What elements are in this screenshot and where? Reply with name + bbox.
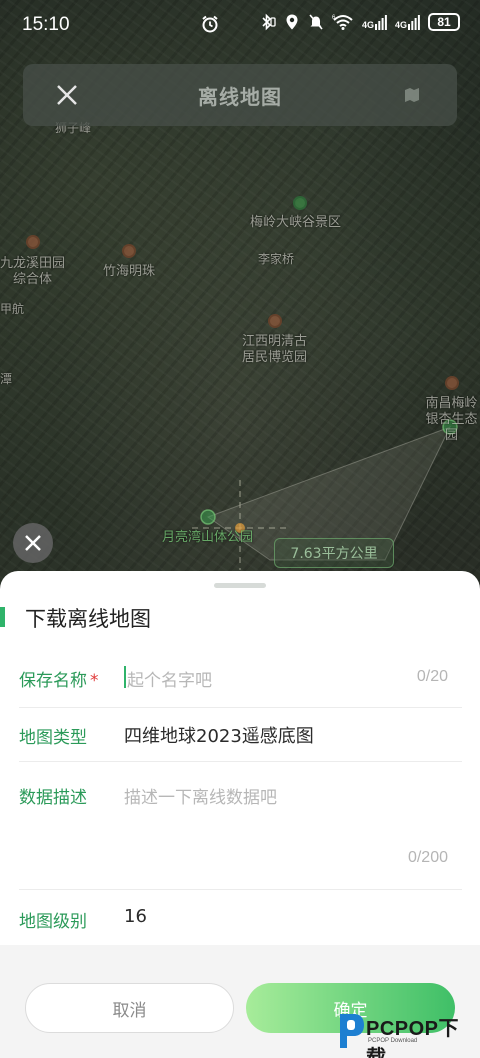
- signal-2-icon: 4G: [395, 14, 420, 30]
- description-row: 数据描述 描述一下离线数据吧 0/200: [19, 762, 462, 890]
- drag-handle[interactable]: [214, 583, 266, 588]
- map-label: 梅岭大峡谷景区: [250, 215, 342, 230]
- description-input[interactable]: 描述一下离线数据吧: [124, 783, 277, 808]
- status-bar: 15:10 6 4G 4G 81: [0, 0, 480, 50]
- layer-toggle-icon[interactable]: [403, 86, 421, 104]
- watermark-subtext: PCPOP Download: [368, 1038, 418, 1044]
- page-title: 离线地图: [198, 84, 282, 109]
- map-label: 九龙溪田园 综合体: [0, 256, 66, 287]
- wifi-icon: 6: [332, 15, 353, 30]
- area-badge: 7.63平方公里: [274, 538, 394, 568]
- close-icon[interactable]: [53, 81, 81, 109]
- map-label: 潭: [0, 372, 13, 386]
- battery-icon: 81: [428, 13, 460, 31]
- description-label: 数据描述: [19, 788, 87, 808]
- map-level-label: 地图级别: [19, 912, 87, 932]
- close-icon: [25, 535, 41, 551]
- text-caret: [124, 666, 126, 688]
- save-name-row: 保存名称 * 起个名字吧 0/20: [19, 649, 462, 708]
- watermark-logo: PCPOP下载 PCPOP Download: [336, 1006, 476, 1058]
- map-label: 月亮湾山体公园: [162, 530, 254, 545]
- description-counter: 0/200: [407, 849, 448, 866]
- required-mark: *: [90, 671, 99, 691]
- poi-marker[interactable]: [122, 244, 136, 258]
- status-time: 15:10: [22, 14, 70, 35]
- map-level-value[interactable]: 16: [124, 906, 147, 927]
- clear-selection-button[interactable]: [13, 523, 53, 563]
- map-type-value[interactable]: 四维地球2023遥感底图: [124, 722, 314, 748]
- save-name-counter: 0/20: [416, 668, 448, 685]
- poi-marker[interactable]: [445, 376, 459, 390]
- poi-marker[interactable]: [26, 235, 40, 249]
- map-label: 江西明清古 居民博览园: [242, 334, 308, 365]
- map-label: 南昌梅岭 银杏生态园: [425, 396, 478, 443]
- sheet-title: 下载离线地图: [25, 607, 151, 631]
- map-label: 竹海明珠: [103, 264, 156, 279]
- map-label: 甲航: [0, 302, 25, 316]
- map-type-row: 地图类型 四维地球2023遥感底图: [19, 708, 462, 762]
- save-name-input[interactable]: 起个名字吧: [127, 666, 212, 691]
- alarm-icon: [202, 15, 218, 33]
- pcpop-logo-icon: [340, 1014, 364, 1048]
- cancel-button[interactable]: 取消: [25, 983, 234, 1033]
- map-type-label: 地图类型: [19, 728, 87, 748]
- title-accent-bar: [0, 607, 5, 627]
- bluetooth-vibrate-icon: [262, 13, 276, 31]
- poi-marker[interactable]: [268, 314, 282, 328]
- poi-marker[interactable]: [293, 196, 307, 210]
- mute-icon: [309, 14, 323, 30]
- save-name-label: 保存名称 *: [19, 671, 99, 691]
- header-bar: 离线地图: [23, 64, 457, 126]
- location-icon: [286, 14, 298, 30]
- signal-1-icon: 4G: [362, 14, 387, 30]
- network-type: 4G: [361, 20, 374, 30]
- status-icons: 6 4G 4G 81: [260, 13, 460, 31]
- map-level-row: 地图级别 16: [19, 890, 462, 945]
- network-type: 4G: [394, 20, 407, 30]
- map-label: 李家桥: [258, 252, 295, 266]
- watermark-text: PCPOP下载: [366, 1018, 460, 1058]
